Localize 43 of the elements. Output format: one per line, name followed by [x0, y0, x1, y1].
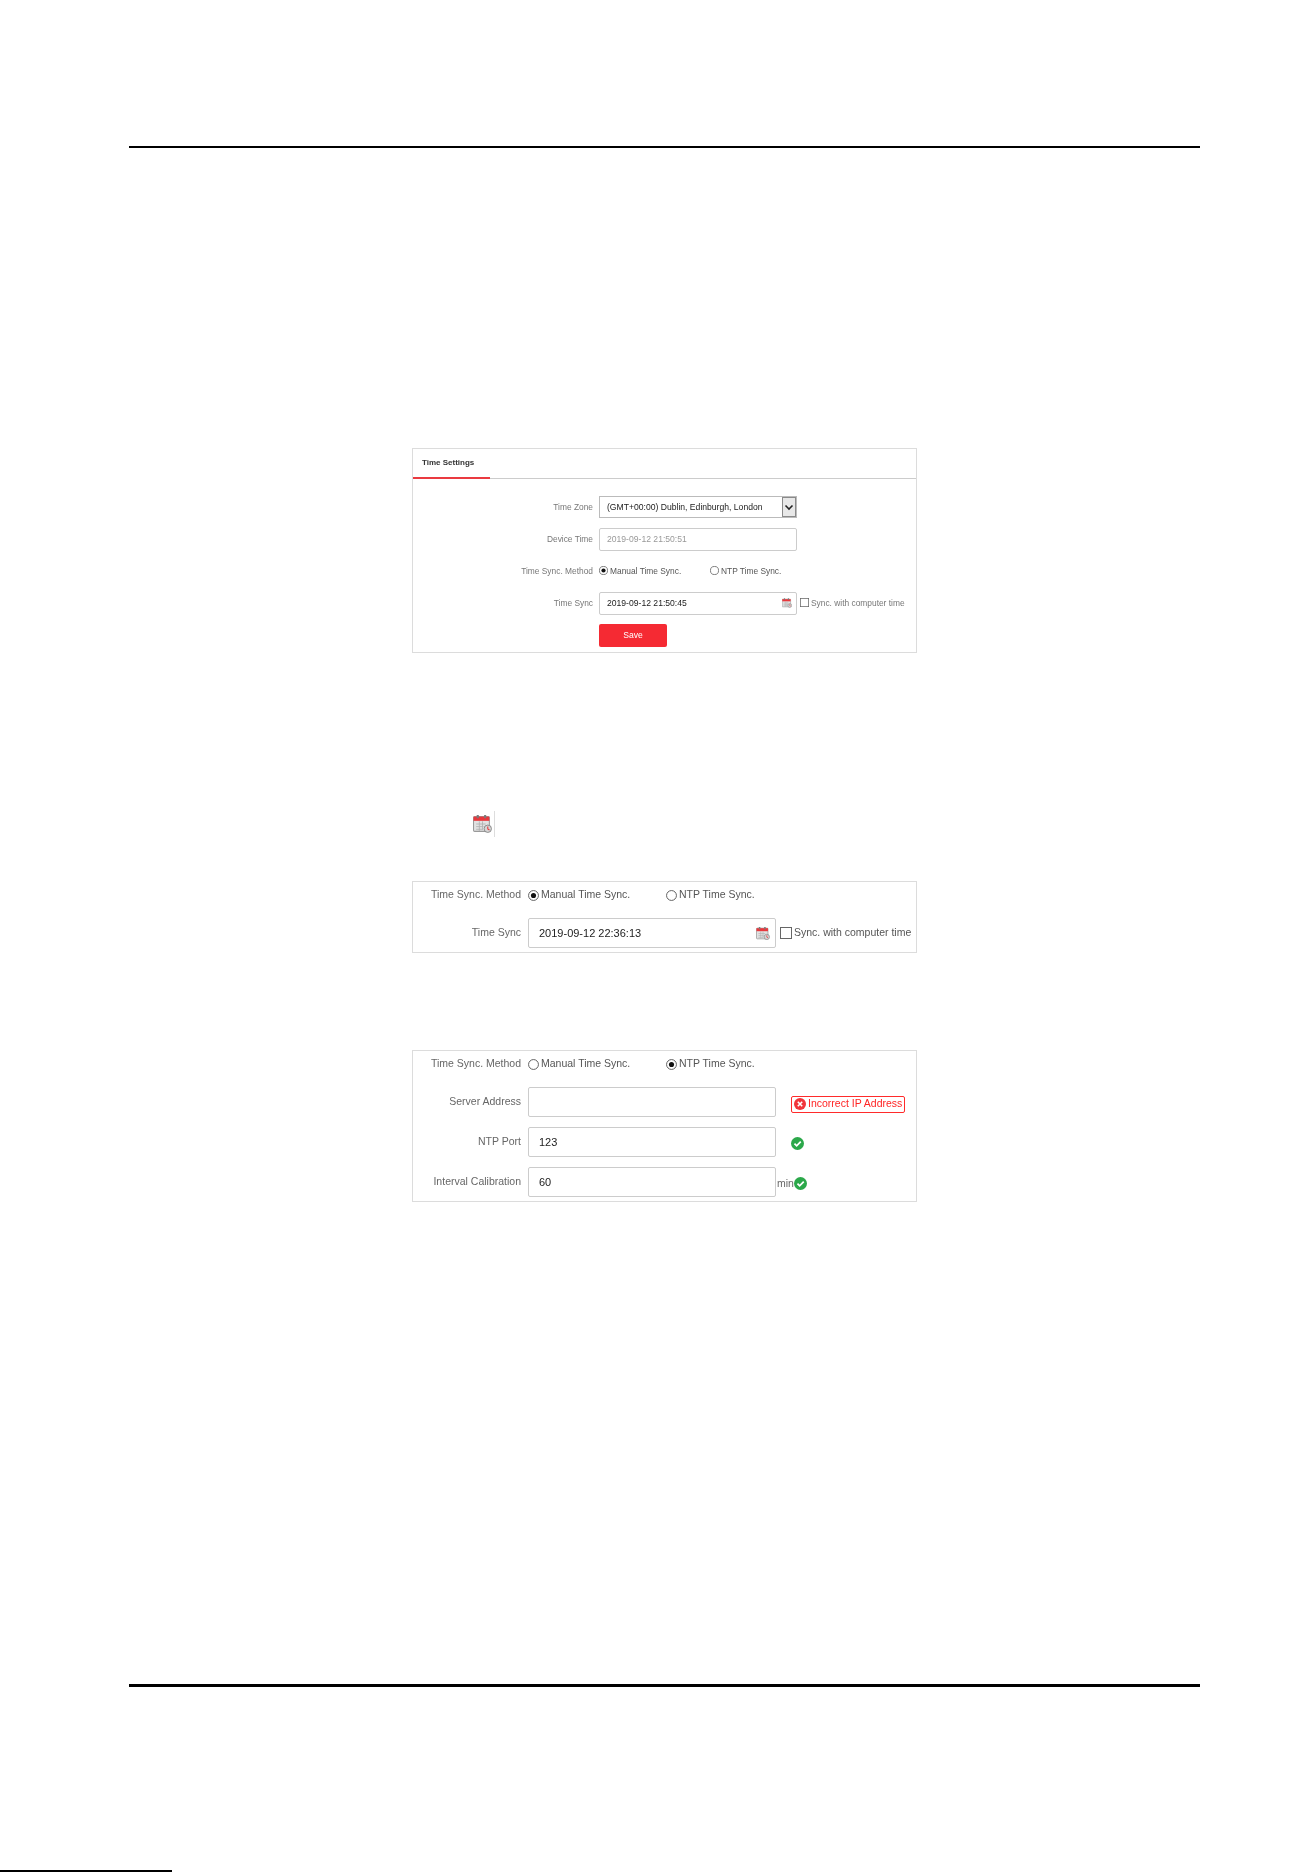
field-label: Server Address [449, 1094, 521, 1110]
chevron-down-icon[interactable] [782, 497, 796, 517]
field-label: NTP Port [478, 1134, 521, 1150]
radio-label: Manual Time Sync. [541, 887, 631, 903]
dropdown-field[interactable]: (GMT+00:00) Dublin, Edinburgh, London [599, 496, 797, 518]
input-field[interactable] [528, 1087, 776, 1117]
checkbox[interactable] [800, 598, 809, 608]
input-field[interactable]: 2019-09-12 22:36:13 [528, 918, 776, 948]
checkbox-label: Sync. with computer time [811, 596, 905, 610]
field-label: Device Time [546, 532, 593, 546]
unit-label: min [777, 1176, 794, 1192]
radio-label: NTP Time Sync. [721, 564, 782, 578]
radio-button[interactable] [528, 1058, 539, 1070]
calendar-icon[interactable] [473, 815, 492, 833]
radio-button[interactable] [666, 889, 677, 901]
radio-label: Manual Time Sync. [541, 1056, 631, 1072]
checkbox-label: Sync. with computer time [794, 925, 912, 941]
field-label: Time Zone [553, 500, 593, 514]
radio-button[interactable] [599, 566, 608, 576]
field-label: Interval Calibration [433, 1174, 521, 1190]
radio-label: NTP Time Sync. [679, 1056, 755, 1072]
radio-label: Manual Time Sync. [610, 564, 682, 578]
input-field[interactable]: 123 [528, 1127, 776, 1157]
calendar-icon[interactable] [782, 598, 792, 608]
error-text: Incorrect IP Address [808, 1096, 903, 1112]
save-button[interactable]: Save [599, 623, 667, 647]
calendar-icon[interactable] [756, 926, 770, 940]
field-label: Time Sync [471, 925, 521, 941]
input-field[interactable]: 60 [528, 1167, 776, 1197]
field-label: Time Sync. Method [430, 1056, 521, 1072]
radio-button[interactable] [528, 889, 539, 901]
input-field[interactable]: 2019-09-12 21:50:45 [599, 591, 797, 615]
field-label: Time Sync. Method [521, 564, 593, 578]
check-circle-icon [793, 1176, 807, 1190]
check-circle-icon [791, 1136, 804, 1150]
field-label: Time Sync [553, 596, 593, 610]
radio-button[interactable] [710, 566, 719, 576]
radio-button[interactable] [666, 1058, 677, 1070]
error-icon [794, 1098, 806, 1110]
checkbox[interactable] [780, 927, 792, 939]
field-label: Time Sync. Method [430, 887, 521, 903]
tab[interactable]: Time Settings [413, 449, 490, 479]
radio-label: NTP Time Sync. [679, 887, 755, 903]
